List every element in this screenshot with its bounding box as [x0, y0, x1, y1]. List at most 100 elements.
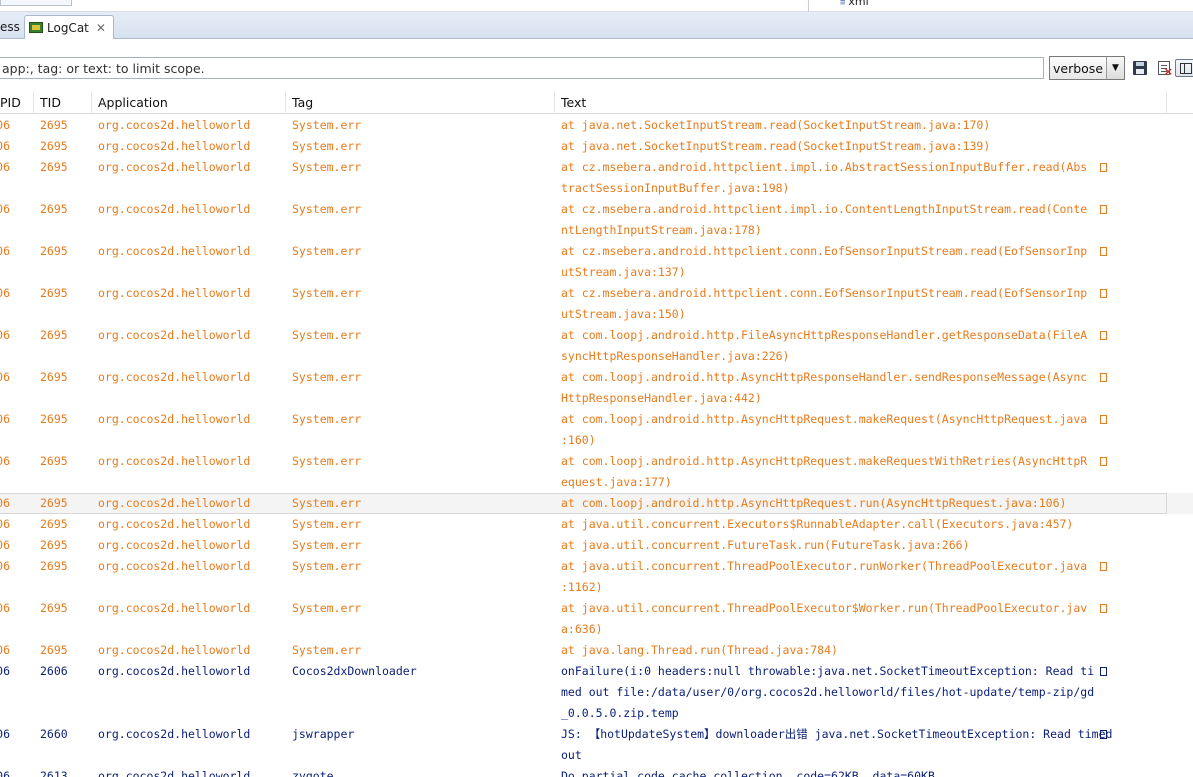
save-log-button[interactable]	[1131, 59, 1149, 77]
tid-cell: 2660	[40, 727, 68, 741]
text-line: at com.loopj.android.http.AsyncHttpReque…	[561, 412, 1088, 426]
table-row[interactable]: 06 2660 org.cocos2d.helloworld jswrapper JS:…	[0, 724, 1193, 766]
line-wrap-icon	[1100, 205, 1107, 214]
tid-cell: 2695	[40, 160, 68, 174]
logcat-icon	[29, 22, 43, 33]
text-line: at cz.msebera.android.httpclient.impl.io…	[561, 160, 1088, 174]
text-cell: at cz.msebera.android.httpclient.impl.io…	[561, 199, 1113, 237]
text-line: tractSessionInputBuffer.java:198)	[561, 181, 790, 195]
text-cell: at com.loopj.android.http.AsyncHttpReque…	[561, 493, 1113, 514]
pid-cell: 06	[0, 370, 10, 384]
application-cell: org.cocos2d.helloworld	[98, 412, 251, 426]
table-row[interactable]: 06 2606 org.cocos2d.helloworld Cocos2dxDown…	[0, 661, 1193, 724]
tag-cell: System.err	[292, 601, 362, 615]
table-row[interactable]: 06 2695 org.cocos2d.helloworld System.err at…	[0, 157, 1193, 199]
log-level-select[interactable]: verbose ▼	[1049, 56, 1125, 80]
text-line: out	[561, 748, 582, 762]
tid-cell: 2613	[40, 769, 68, 777]
pid-cell: 06	[0, 517, 10, 531]
tag-cell: Cocos2dxDownloader	[292, 664, 417, 678]
tag-cell: System.err	[292, 328, 362, 342]
text-line: at java.net.SocketInputStream.read(Socke…	[561, 139, 991, 153]
search-input[interactable]	[0, 57, 1044, 79]
table-row[interactable]: 06 2695 org.cocos2d.helloworld System.err at…	[0, 556, 1193, 598]
tag-cell: System.err	[292, 160, 362, 174]
table-row[interactable]: 06 2695 org.cocos2d.helloworld System.err at…	[0, 367, 1193, 409]
clear-log-button[interactable]: ×	[1155, 59, 1173, 77]
application-cell: org.cocos2d.helloworld	[98, 769, 251, 777]
tag-cell: System.err	[292, 202, 362, 216]
table-row[interactable]: 06 2613 org.cocos2d.helloworld zygote Do par…	[0, 766, 1193, 777]
tid-cell: 2695	[40, 643, 68, 657]
tid-cell: 2695	[40, 454, 68, 468]
table-row[interactable]: 06 2695 org.cocos2d.helloworld System.err at…	[0, 325, 1193, 367]
text-line: at java.net.SocketInputStream.read(Socke…	[561, 118, 991, 132]
text-line: a:636)	[561, 622, 603, 636]
text-cell: at com.loopj.android.http.AsyncHttpRespo…	[561, 367, 1113, 405]
tag-cell: System.err	[292, 286, 362, 300]
text-line: utStream.java:150)	[561, 307, 686, 321]
column-header-application[interactable]: Application	[92, 91, 286, 114]
tid-cell: 2695	[40, 370, 68, 384]
tag-cell: System.err	[292, 538, 362, 552]
tab-previous[interactable]: ess	[0, 15, 20, 39]
column-header-tag[interactable]: Tag	[286, 91, 555, 114]
pid-cell: 06	[0, 118, 10, 132]
table-row[interactable]: 06 2695 org.cocos2d.helloworld System.err at…	[0, 283, 1193, 325]
table-row[interactable]: 06 2695 org.cocos2d.helloworld System.err at…	[0, 640, 1193, 661]
tag-cell: System.err	[292, 559, 362, 573]
application-cell: org.cocos2d.helloworld	[98, 118, 251, 132]
editor-tab-stub[interactable]	[0, 0, 72, 6]
application-cell: org.cocos2d.helloworld	[98, 160, 251, 174]
table-row[interactable]: 06 2695 org.cocos2d.helloworld System.err at…	[0, 493, 1193, 514]
table-row[interactable]: 06 2695 org.cocos2d.helloworld System.err at…	[0, 136, 1193, 157]
layout-toggle-icon	[1180, 62, 1192, 74]
save-icon	[1133, 61, 1147, 75]
pid-cell: 06	[0, 769, 10, 777]
filter-toolbar: verbose ▼ ×	[0, 39, 1193, 91]
table-row[interactable]: 06 2695 org.cocos2d.helloworld System.err at…	[0, 241, 1193, 283]
table-row[interactable]: 06 2695 org.cocos2d.helloworld System.err at…	[0, 115, 1193, 136]
text-line: at java.util.concurrent.ThreadPoolExecut…	[561, 601, 1088, 615]
text-cell: at java.net.SocketInputStream.read(Socke…	[561, 115, 1113, 136]
column-header-tid[interactable]: TID	[34, 91, 92, 114]
tab-logcat[interactable]: LogCat ✕	[24, 15, 114, 39]
divider	[808, 0, 809, 12]
text-line: HttpResponseHandler.java:442)	[561, 391, 762, 405]
line-wrap-icon	[1100, 667, 1107, 676]
text-line: JS: 【hotUpdateSystem】downloader出错 java.n…	[561, 727, 1113, 741]
tag-cell: System.err	[292, 118, 362, 132]
line-wrap-icon	[1100, 289, 1107, 298]
application-cell: org.cocos2d.helloworld	[98, 664, 251, 678]
application-cell: org.cocos2d.helloworld	[98, 370, 251, 384]
pid-cell: 06	[0, 643, 10, 657]
pid-cell: 06	[0, 139, 10, 153]
table-row[interactable]: 06 2695 org.cocos2d.helloworld System.err at…	[0, 598, 1193, 640]
tag-cell: zygote	[292, 769, 334, 777]
close-icon[interactable]: ✕	[96, 21, 106, 35]
tid-cell: 2695	[40, 601, 68, 615]
table-row[interactable]: 06 2695 org.cocos2d.helloworld System.err at…	[0, 409, 1193, 451]
table-row[interactable]: 06 2695 org.cocos2d.helloworld System.err at…	[0, 199, 1193, 241]
tid-cell: 2606	[40, 664, 68, 678]
text-cell: at java.util.concurrent.Executors$Runnab…	[561, 514, 1113, 535]
tid-cell: 2695	[40, 559, 68, 573]
table-row[interactable]: 06 2695 org.cocos2d.helloworld System.err at…	[0, 535, 1193, 556]
text-cell: at java.util.concurrent.FutureTask.run(F…	[561, 535, 1113, 556]
table-row[interactable]: 06 2695 org.cocos2d.helloworld System.err at…	[0, 451, 1193, 493]
chevron-down-icon[interactable]: ▼	[1106, 57, 1124, 79]
column-header-pid[interactable]: PID	[0, 91, 34, 114]
log-level-value: verbose	[1053, 60, 1104, 76]
text-line: utStream.java:137)	[561, 265, 686, 279]
log-table-body: 06 2695 org.cocos2d.helloworld System.err at…	[0, 115, 1193, 777]
text-line: Do partial code cache collection, code=6…	[561, 769, 935, 777]
column-header-text[interactable]: Text	[555, 91, 1167, 114]
outline-item-xml[interactable]: ≡ xml	[840, 0, 869, 8]
table-row[interactable]: 06 2695 org.cocos2d.helloworld System.err at…	[0, 514, 1193, 535]
log-table-header: PID TID Application Tag Text	[0, 91, 1193, 114]
tag-cell: System.err	[292, 244, 362, 258]
toggle-layout-button[interactable]	[1175, 59, 1193, 77]
pid-cell: 06	[0, 412, 10, 426]
text-cell: at java.util.concurrent.ThreadPoolExecut…	[561, 598, 1113, 636]
pid-cell: 06	[0, 202, 10, 216]
